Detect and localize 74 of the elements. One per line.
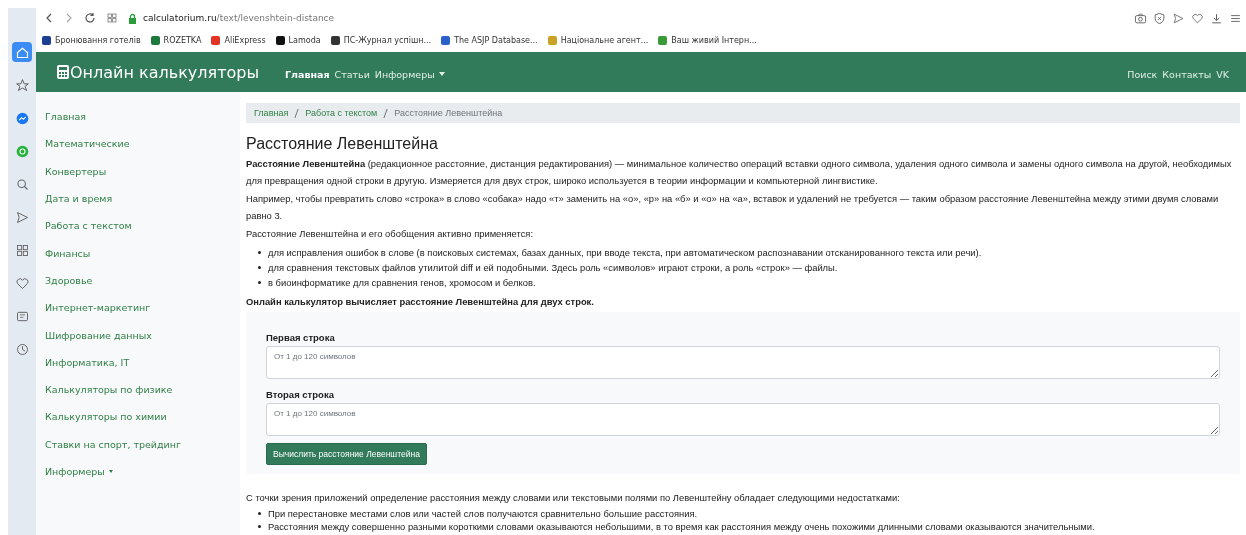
sidebar-link[interactable]: Работа с текстом: [36, 212, 240, 240]
download-icon[interactable]: [1210, 11, 1223, 25]
star-icon[interactable]: [14, 77, 30, 93]
paragraph: Онлайн калькулятор вычисляет расстояние Левенштейна для двух строк.: [246, 295, 595, 309]
nav-link[interactable]: Информеры: [374, 68, 445, 80]
calculate-button[interactable]: Вычислить расстояние Левенштейна: [266, 443, 427, 465]
sidebar-link[interactable]: Информеры: [36, 457, 240, 486]
bullet-icon: [258, 525, 261, 528]
bookmark[interactable]: Національне агент...: [547, 35, 649, 45]
list-item: Расстояния между совершенно разными короткими словами оказываются небольшими, в то время как расстояния между очень похожими длинными словами оказываются значительными.: [268, 520, 1095, 533]
site-logo[interactable]: Онлайн калькуляторы: [70, 62, 260, 82]
sidebar-link[interactable]: Математические: [36, 130, 240, 158]
chat-icon[interactable]: [14, 110, 30, 126]
send-icon[interactable]: [1172, 11, 1185, 25]
bookmark[interactable]: The ASJP Database...: [441, 35, 538, 45]
send-icon[interactable]: [14, 209, 30, 225]
sidebar-link[interactable]: Финансы: [36, 239, 240, 267]
breadcrumb-link[interactable]: Главная: [254, 104, 289, 122]
nav-link[interactable]: Поиск: [1127, 68, 1158, 80]
paragraph: С точки зрения приложений определение расстояния между словами или текстовыми полями по Левенштейну обладает следующими недостатками:: [246, 491, 901, 505]
shield-icon[interactable]: [1153, 11, 1166, 25]
bullet-icon: [258, 281, 261, 284]
bookmark[interactable]: Lamoda: [275, 35, 321, 45]
paragraph: Расстояние Левенштейна и его обобщения активно применяется:: [246, 227, 535, 241]
bullet-icon: [258, 266, 261, 269]
nav-link[interactable]: VK: [1216, 68, 1229, 80]
nav-link[interactable]: Главная: [285, 68, 330, 80]
search-icon[interactable]: [14, 176, 30, 192]
bookmark[interactable]: ПС-Журнал успішн...: [330, 35, 432, 45]
back-icon[interactable]: [44, 12, 54, 24]
sidebar-link[interactable]: Информатика, IT: [36, 348, 240, 376]
page-title: Расстояние Левенштейна: [246, 134, 439, 154]
heart-icon[interactable]: [14, 275, 30, 291]
sidebar-link[interactable]: Главная: [36, 103, 240, 131]
bookmark[interactable]: ROZETKA: [150, 35, 202, 45]
bullet-icon: [258, 512, 261, 515]
sidebar-link[interactable]: Дата и время: [36, 184, 240, 213]
sidebar-link[interactable]: Интернет-маркетинг: [36, 294, 240, 322]
grid-icon[interactable]: [14, 242, 30, 258]
sidebar-link[interactable]: Калькуляторы по химии: [36, 403, 240, 431]
home-icon[interactable]: [14, 44, 30, 60]
sidebar-link[interactable]: Калькуляторы по физике: [36, 375, 240, 404]
input-field[interactable]: От 1 до 120 символов: [266, 403, 1220, 436]
bullet-icon: [258, 251, 261, 254]
bookmark[interactable]: AliExpress: [211, 35, 266, 45]
camera-icon[interactable]: [1134, 11, 1147, 25]
grid-icon[interactable]: [106, 12, 118, 24]
nav-link[interactable]: Контакты: [1162, 68, 1212, 80]
sidebar-link[interactable]: Конвертеры: [36, 157, 240, 185]
field-label: Вторая строка: [266, 388, 335, 402]
sidebar-link[interactable]: Здоровье: [36, 266, 240, 295]
list-item: При перестановке местами слов или частей слов получаются сравнительно большие расстояния.: [268, 507, 698, 520]
clock-icon[interactable]: [14, 341, 30, 357]
heart-icon[interactable]: [1191, 11, 1204, 25]
list-item: для исправления ошибок в слове (в поисковых системах, базах данных, при вводе текста, при автоматическом распознавании отсканированного текста или речи).: [268, 246, 982, 260]
list-item: в биоинформатике для сравнения генов, хромосом и белков.: [268, 276, 536, 290]
list-item: для сравнения текстовых файлов утилитой diff и ей подобными. Здесь роль «символов» играют строки, а роль «строк» — файлы.: [268, 261, 838, 275]
paragraph: Например, чтобы превратить слово «строка» в слово «собака» надо «т» заменить на «о», «р» на «б» и «о» на «а», вставок и удалений не требуется — таким образом расстояние Левенштейна между этими двумя словами равно 3.: [246, 192, 1220, 223]
chat-icon[interactable]: [14, 143, 30, 159]
bookmark[interactable]: Ваш живий Інтерн...: [658, 35, 757, 45]
sidebar-link[interactable]: Шифрование данных: [36, 321, 240, 349]
field-label: Первая строка: [266, 331, 336, 345]
address-bar[interactable]: calculatorium.ru/text/levenshtein-distance: [143, 13, 335, 23]
calculator-icon: [56, 64, 70, 80]
breadcrumb-current: Расстояние Левенштейна: [394, 106, 503, 120]
forward-icon[interactable]: [64, 12, 74, 24]
paragraph: Расстояние Левенштейна (редакционное расстояние, дистанция редактирования) — минимальное количество операций вставки одного символа, удаления одного символа и замены одного символа на другой, необходимых для превращения одной строки в другую. Измеряется для двух строк, широко используется в теории информации и компьютерной лингвистике.: [246, 157, 1233, 188]
breadcrumb-link[interactable]: Работа с текстом: [305, 104, 378, 122]
reload-icon[interactable]: [84, 12, 96, 24]
sidebar-link[interactable]: Ставки на спорт, трейдинг: [36, 430, 240, 458]
lock-icon: [128, 12, 137, 24]
nav-link[interactable]: Статьи: [334, 68, 370, 80]
input-field[interactable]: От 1 до 120 символов: [266, 346, 1220, 379]
bookmark[interactable]: Бронювання готелів: [42, 35, 141, 45]
